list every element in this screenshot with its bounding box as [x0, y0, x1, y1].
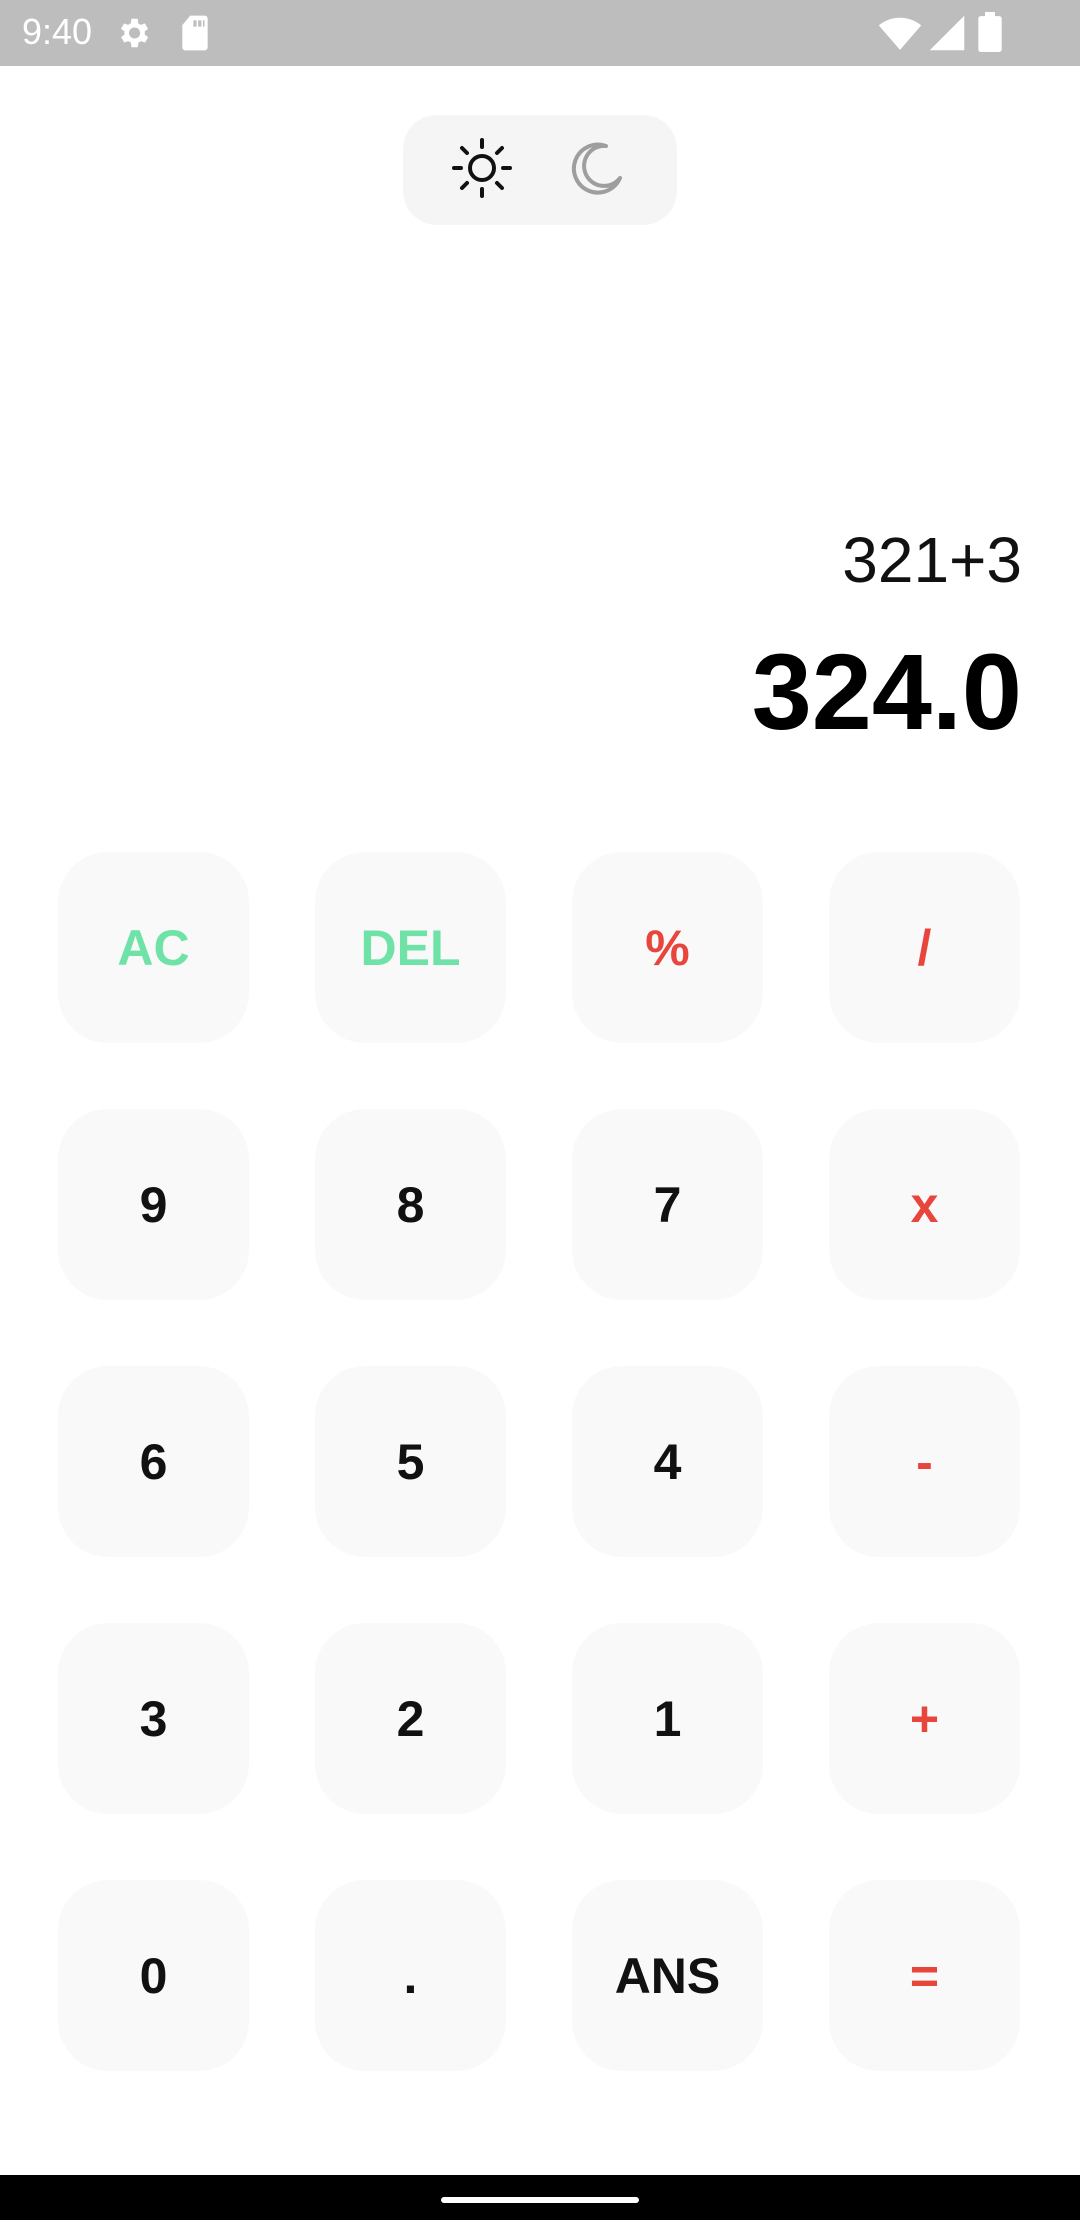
add-button[interactable]: + — [829, 1623, 1020, 1814]
divide-button[interactable]: / — [829, 852, 1020, 1043]
settings-icon — [114, 14, 152, 57]
keypad: AC DEL % / 9 8 7 x 6 5 4 - 3 2 1 + 0 . A… — [58, 852, 1022, 2071]
sd-card-icon — [178, 14, 212, 57]
battery-icon — [978, 12, 1002, 57]
digit-4-button[interactable]: 4 — [572, 1366, 763, 1557]
digit-5-button[interactable]: 5 — [315, 1366, 506, 1557]
wifi-icon — [878, 14, 922, 57]
home-gesture-handle[interactable] — [441, 2197, 639, 2203]
digit-7-button[interactable]: 7 — [572, 1109, 763, 1300]
sun-icon — [450, 136, 514, 205]
calculator-screen: 9:40 321+3 324.0 AC DEL % / 9 8 7 x 6 5 … — [0, 0, 1080, 2220]
decimal-point-button[interactable]: . — [315, 1880, 506, 2071]
cellular-signal-icon — [928, 14, 966, 57]
digit-1-button[interactable]: 1 — [572, 1623, 763, 1814]
moon-icon — [568, 138, 628, 203]
navigation-bar — [0, 2175, 1080, 2220]
digit-0-button[interactable]: 0 — [58, 1880, 249, 2071]
digit-3-button[interactable]: 3 — [58, 1623, 249, 1814]
digit-9-button[interactable]: 9 — [58, 1109, 249, 1300]
digit-2-button[interactable]: 2 — [315, 1623, 506, 1814]
light-theme-button[interactable] — [449, 137, 515, 203]
theme-toggle — [403, 115, 677, 225]
digit-6-button[interactable]: 6 — [58, 1366, 249, 1557]
clear-all-button[interactable]: AC — [58, 852, 249, 1043]
status-bar: 9:40 — [0, 0, 1080, 66]
percent-button[interactable]: % — [572, 852, 763, 1043]
equals-button[interactable]: = — [829, 1880, 1020, 2071]
status-time: 9:40 — [22, 11, 93, 52]
multiply-button[interactable]: x — [829, 1109, 1020, 1300]
digit-8-button[interactable]: 8 — [315, 1109, 506, 1300]
dark-theme-button[interactable] — [565, 137, 631, 203]
delete-button[interactable]: DEL — [315, 852, 506, 1043]
answer-button[interactable]: ANS — [572, 1880, 763, 2071]
expression-display: 321+3 — [842, 524, 1022, 596]
result-display: 324.0 — [751, 631, 1022, 752]
subtract-button[interactable]: - — [829, 1366, 1020, 1557]
